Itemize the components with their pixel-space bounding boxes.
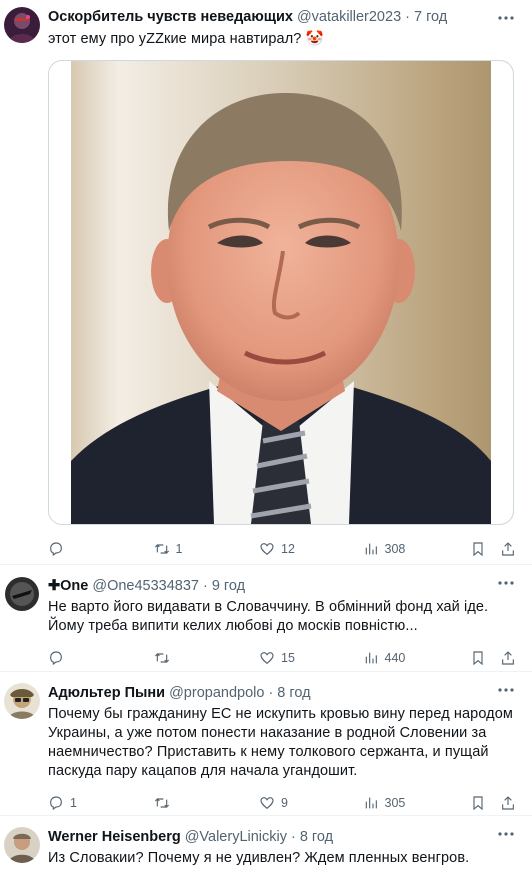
- display-name[interactable]: Адюльтер Пыни: [48, 685, 165, 701]
- timestamp[interactable]: 8 год: [277, 685, 310, 701]
- user-handle[interactable]: @vatakiller2023: [297, 9, 401, 25]
- more-icon: [498, 16, 514, 20]
- like-count: 9: [281, 796, 288, 810]
- reply-button[interactable]: [48, 650, 154, 666]
- like-button[interactable]: 15: [259, 650, 363, 666]
- more-options-button[interactable]: [496, 680, 516, 700]
- tweet-media[interactable]: [48, 60, 514, 525]
- tweet-text: Почему бы гражданину ЕС не искупить кров…: [48, 706, 513, 779]
- timestamp[interactable]: 8 год: [300, 829, 333, 845]
- bookmark-button[interactable]: [470, 795, 486, 811]
- reply-icon: [50, 542, 62, 557]
- display-name[interactable]: Werner Heisenberg: [48, 829, 181, 845]
- tweet-header: ✚One @One45334837 · 9 год: [48, 576, 516, 596]
- reply-button[interactable]: [48, 541, 154, 557]
- separator-dot: ·: [203, 578, 208, 594]
- tweet-text: Из Словакии? Почему я не удивлен? Ждем п…: [48, 850, 470, 866]
- more-options-button[interactable]: [496, 8, 516, 28]
- retweet-button[interactable]: [154, 650, 260, 666]
- retweet-icon: [154, 798, 169, 808]
- like-button[interactable]: 12: [259, 541, 363, 557]
- share-icon: [502, 796, 514, 810]
- bookmark-button[interactable]: [470, 650, 486, 666]
- retweet-icon: [154, 544, 169, 554]
- more-options-button[interactable]: [496, 573, 516, 593]
- view-count: 440: [384, 651, 406, 665]
- tweet[interactable]: Оскорбитель чувств неведающих @vatakille…: [0, 0, 532, 564]
- bookmark-button[interactable]: [470, 541, 486, 557]
- retweet-count: 1: [175, 542, 183, 556]
- tweet-feed: Оскорбитель чувств неведающих @vatakille…: [0, 0, 532, 872]
- tweet-header: Оскорбитель чувств неведающих @vatakille…: [48, 7, 516, 27]
- user-handle[interactable]: @ValeryLinickiy: [185, 829, 287, 845]
- tweet-header: Адюльтер Пыни @propandpolo · 8 год: [48, 683, 516, 703]
- retweet-icon: [154, 653, 169, 663]
- view-count: 308: [384, 542, 406, 556]
- reply-icon: [50, 796, 62, 811]
- like-count: 12: [281, 542, 295, 556]
- tweet-header: Werner Heisenberg @ValeryLinickiy · 8 го…: [48, 827, 516, 847]
- like-icon: [260, 652, 274, 665]
- display-name[interactable]: Оскорбитель чувств неведающих: [48, 9, 293, 25]
- portrait-image: [49, 61, 513, 524]
- tweet-text: Не варто його видавати в Словаччину. В о…: [48, 599, 489, 634]
- tweet[interactable]: Адюльтер Пыни @propandpolo · 8 год Почем…: [0, 671, 532, 815]
- more-icon: [498, 688, 514, 692]
- share-icon: [502, 542, 514, 556]
- separator-dot: ·: [268, 685, 274, 701]
- bookmark-icon: [473, 542, 483, 557]
- display-name[interactable]: ✚One: [48, 578, 88, 594]
- avatar[interactable]: [4, 7, 40, 43]
- share-button[interactable]: [500, 541, 516, 557]
- reply-button[interactable]: 1: [48, 795, 154, 811]
- like-count: 15: [281, 651, 295, 665]
- tweet-text: этот ему про уZZкие мира навтирал? 🤡: [48, 31, 324, 47]
- user-handle[interactable]: @propandpolo: [169, 685, 264, 701]
- separator-dot: ·: [405, 9, 410, 25]
- tweet-actions: 15 440: [48, 648, 516, 668]
- views-button[interactable]: 308: [363, 541, 467, 557]
- tweet-actions: 1 12 308: [48, 539, 516, 559]
- views-button[interactable]: 440: [363, 650, 467, 666]
- views-icon: [365, 797, 377, 809]
- retweet-button[interactable]: 1: [154, 541, 260, 557]
- views-button[interactable]: 305: [363, 795, 467, 811]
- avatar[interactable]: [4, 576, 40, 612]
- share-icon: [502, 651, 514, 665]
- user-handle[interactable]: @One45334837: [92, 578, 199, 594]
- tweet[interactable]: Werner Heisenberg @ValeryLinickiy · 8 го…: [0, 815, 532, 872]
- bookmark-icon: [473, 796, 483, 811]
- retweet-button[interactable]: [154, 795, 260, 811]
- view-count: 305: [384, 796, 406, 810]
- views-icon: [365, 652, 377, 664]
- bookmark-icon: [473, 651, 483, 666]
- tweet-actions: 1 9 305: [48, 793, 516, 813]
- views-icon: [365, 543, 377, 555]
- timestamp[interactable]: 9 год: [212, 578, 245, 594]
- separator-dot: ·: [291, 829, 296, 845]
- timestamp[interactable]: 7 год: [414, 9, 447, 25]
- more-options-button[interactable]: [496, 824, 516, 844]
- share-button[interactable]: [500, 650, 516, 666]
- like-button[interactable]: 9: [259, 795, 363, 811]
- like-icon: [260, 797, 274, 810]
- reply-icon: [50, 651, 62, 666]
- reply-count: 1: [70, 796, 77, 810]
- more-icon: [498, 581, 514, 585]
- tweet[interactable]: ✚One @One45334837 · 9 год Не варто його …: [0, 564, 532, 671]
- avatar[interactable]: [4, 827, 40, 863]
- like-icon: [260, 543, 274, 556]
- avatar[interactable]: [4, 683, 40, 719]
- more-icon: [498, 832, 514, 836]
- share-button[interactable]: [500, 795, 516, 811]
